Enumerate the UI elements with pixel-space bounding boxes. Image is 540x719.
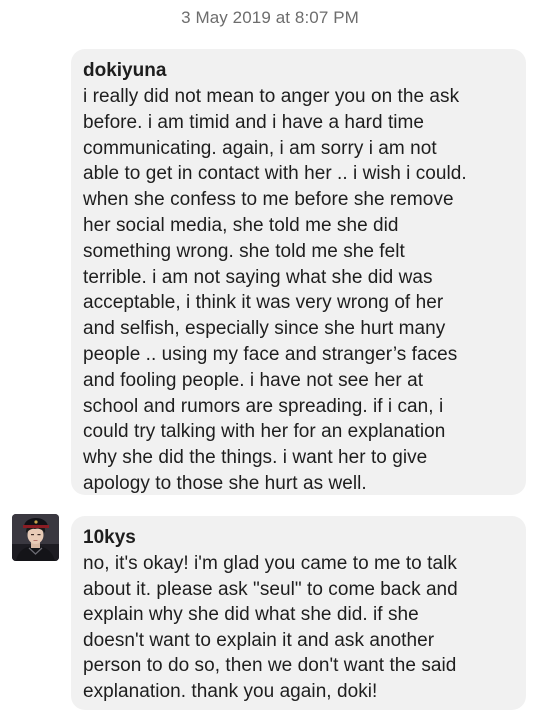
message-text: i really did not mean to anger you on th… bbox=[83, 86, 467, 494]
sender-name[interactable]: dokiyuna bbox=[83, 59, 514, 83]
sender-name[interactable]: 10kys bbox=[83, 526, 514, 550]
message-bubble-reply: 10kys no, it's okay! i'm glad you came t… bbox=[71, 516, 526, 710]
message-timestamp: 3 May 2019 at 8:07 PM bbox=[181, 8, 359, 27]
message-text: no, it's okay! i'm glad you came to me t… bbox=[83, 553, 458, 702]
message-bubble-incoming: dokiyuna i really did not mean to anger … bbox=[71, 49, 526, 495]
user-avatar-icon[interactable] bbox=[12, 514, 59, 561]
